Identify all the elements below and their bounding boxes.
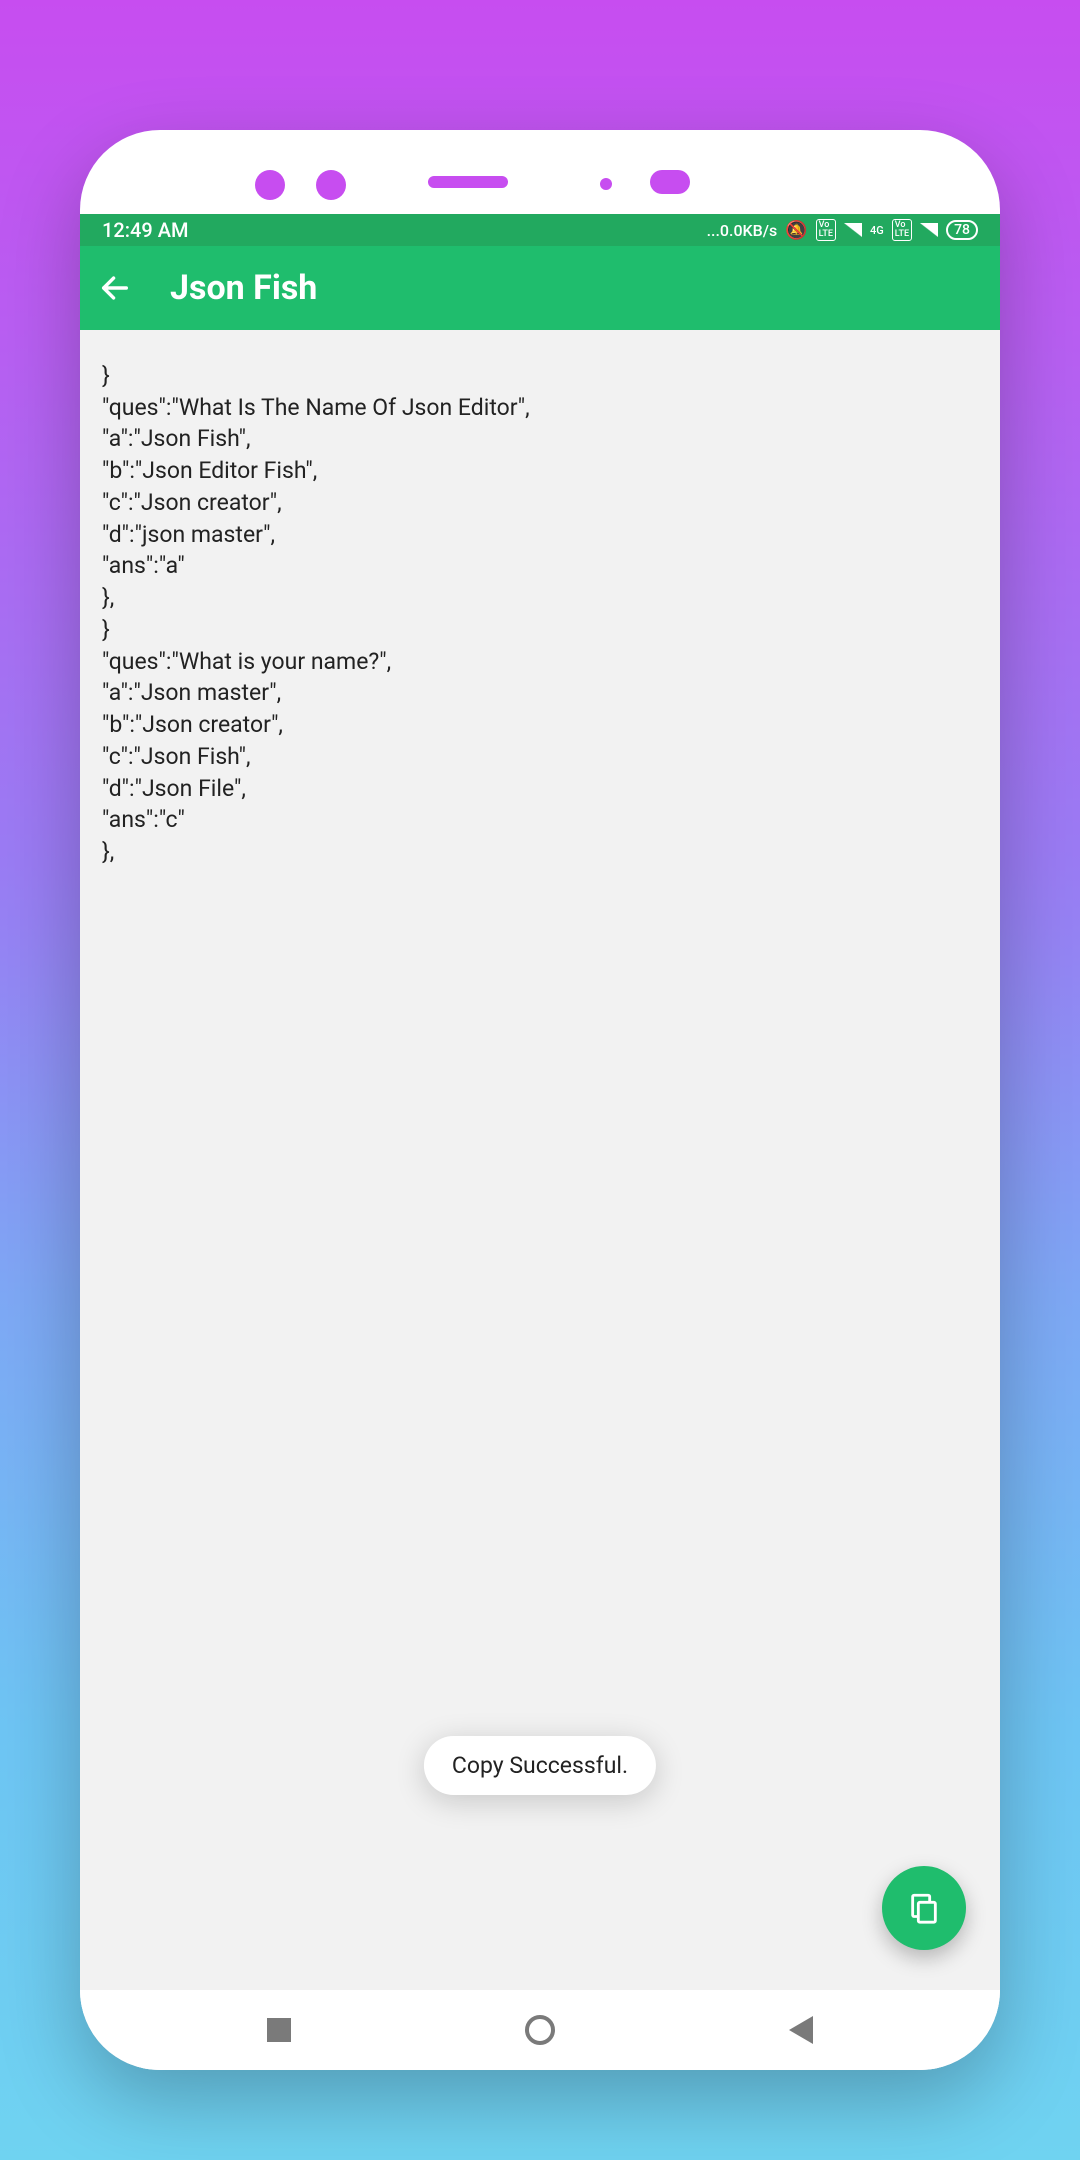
circle-icon	[525, 2015, 555, 2045]
arrow-left-icon	[98, 271, 132, 305]
status-net-speed: ...0.0KB/s	[707, 221, 778, 240]
bezel-dot	[600, 178, 612, 190]
triangle-icon	[789, 2016, 813, 2044]
page-title: Json Fish	[170, 268, 317, 308]
copy-fab[interactable]	[882, 1866, 966, 1950]
nav-home-button[interactable]	[525, 2015, 555, 2045]
status-time: 12:49 AM	[102, 218, 188, 242]
silent-icon: 🔕	[785, 220, 807, 241]
status-bar: 12:49 AM ...0.0KB/s 🔕 VoLTE 4G VoLTE 78	[80, 214, 1000, 246]
bezel-dot	[316, 170, 346, 200]
app-bar: Json Fish	[80, 246, 1000, 330]
copy-icon	[907, 1891, 941, 1925]
back-button[interactable]	[98, 271, 132, 305]
phone-frame: 12:49 AM ...0.0KB/s 🔕 VoLTE 4G VoLTE 78 …	[80, 130, 1000, 2070]
signal-icon	[844, 223, 862, 237]
square-icon	[267, 2018, 291, 2042]
volte-icon: VoLTE	[892, 219, 912, 241]
status-right: ...0.0KB/s 🔕 VoLTE 4G VoLTE 78	[707, 219, 978, 241]
nav-back-button[interactable]	[789, 2016, 813, 2044]
bezel-pill	[650, 170, 690, 194]
nav-recents-button[interactable]	[267, 2018, 291, 2042]
bezel-dot	[255, 170, 285, 200]
bezel-speaker	[428, 176, 508, 188]
battery-badge: 78	[946, 220, 978, 240]
screen: 12:49 AM ...0.0KB/s 🔕 VoLTE 4G VoLTE 78 …	[80, 214, 1000, 2070]
toast: Copy Successful.	[424, 1736, 656, 1795]
nav-bar	[80, 1990, 1000, 2070]
volte-icon: VoLTE	[816, 219, 836, 241]
status-net-label: 4G	[870, 224, 884, 237]
toast-text: Copy Successful.	[452, 1752, 628, 1779]
signal-icon	[920, 223, 938, 237]
